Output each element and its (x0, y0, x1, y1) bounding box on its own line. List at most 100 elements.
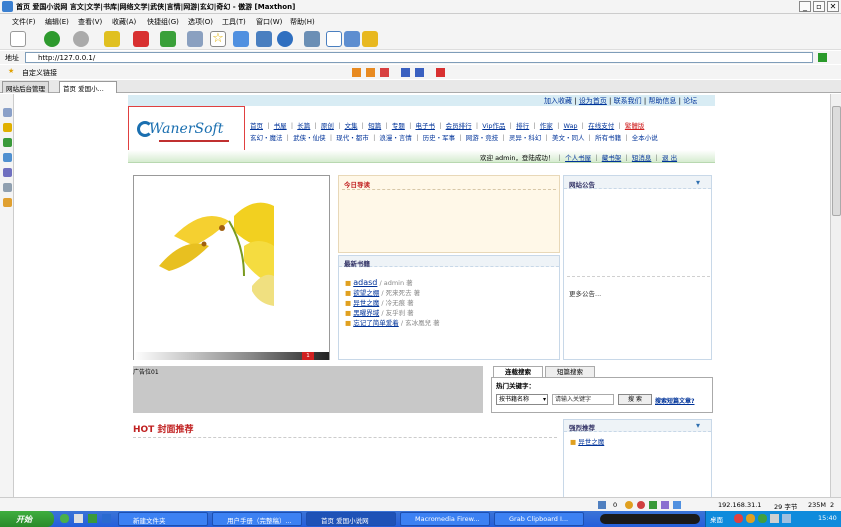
search-button[interactable]: 搜 索 (618, 394, 652, 405)
ad-image[interactable]: 1 (133, 175, 330, 360)
cat-wuxia[interactable]: 武侠・仙侠 (293, 134, 326, 142)
add-favorite-icon[interactable] (233, 31, 249, 47)
back-icon[interactable] (44, 31, 60, 47)
menu-help[interactable]: 帮助(H) (290, 17, 315, 27)
task-manual[interactable]: 用户手册（完整稿）... (212, 512, 302, 526)
link-forum[interactable]: 论坛 (683, 97, 697, 105)
close-button[interactable]: ✕ (827, 1, 839, 12)
nav-wap[interactable]: Wap (563, 122, 577, 130)
menu-edit[interactable]: 编辑(E) (45, 17, 69, 27)
nav-long[interactable]: 长篇 (297, 122, 310, 130)
favorites-star-icon[interactable]: ☆ (210, 31, 226, 47)
collapse-icon[interactable]: ▾ (696, 178, 700, 187)
task-fireworks[interactable]: Macromedia Firew... (400, 512, 490, 526)
book-link[interactable]: 黑曜界域 (353, 309, 379, 317)
link-logout[interactable]: 退 出 (662, 154, 677, 162)
more-notice-link[interactable]: 更多公告... (569, 288, 601, 298)
cat-prose[interactable]: 美文・同人 (552, 134, 585, 142)
quicklaunch-icon[interactable] (102, 514, 111, 523)
menu-tools[interactable]: 工具(T) (222, 17, 246, 27)
refresh-icon[interactable] (160, 31, 176, 47)
quicklaunch-icon[interactable] (74, 514, 83, 523)
nav-traditional[interactable]: 繁體版 (625, 122, 645, 130)
cat-scifi[interactable]: 灵异・科幻 (509, 134, 542, 142)
task-folder[interactable]: 新建文件夹 (118, 512, 208, 526)
favorites-icon[interactable] (3, 123, 12, 132)
tab-admin[interactable]: 网站后台管理 (2, 81, 49, 93)
book-link[interactable]: adasd (353, 278, 377, 287)
cat-game[interactable]: 网游・竞技 (466, 134, 499, 142)
quicklaunch-icon[interactable] (60, 514, 69, 523)
media-player-bar[interactable] (600, 514, 700, 524)
tab-serial-search[interactable]: 连载搜索 (493, 366, 543, 377)
ad-page-number[interactable]: 1 (302, 352, 314, 360)
tray-icon[interactable] (734, 514, 743, 523)
close-all-icon[interactable] (436, 68, 445, 77)
next-icon[interactable] (366, 68, 375, 77)
book-link[interactable]: 异世之魔 (578, 438, 604, 446)
start-button[interactable]: 开始 (0, 511, 54, 527)
script-icon[interactable] (649, 501, 657, 509)
collapse-icon[interactable]: ▾ (696, 421, 700, 430)
cat-fantasy[interactable]: 玄幻・魔法 (250, 134, 283, 142)
nav-topic[interactable]: 专题 (392, 122, 405, 130)
cat-all-books[interactable]: 所有书籍 (595, 134, 621, 142)
vertical-scrollbar[interactable] (830, 94, 841, 497)
link-help[interactable]: 帮助信息 (648, 97, 676, 105)
logo-box[interactable]: WanerSoft (128, 106, 245, 152)
nav-original[interactable]: 原创 (321, 122, 334, 130)
prev-icon[interactable] (352, 68, 361, 77)
split-icon[interactable] (344, 31, 360, 47)
custom-links[interactable]: 自定义链接 (22, 68, 57, 78)
maximize-button[interactable]: ▫ (813, 1, 825, 12)
nav-rank[interactable]: 排行 (516, 122, 529, 130)
menu-options[interactable]: 选项(O) (188, 17, 213, 27)
link-messages[interactable]: 短消息 (632, 154, 652, 162)
nav-vip[interactable]: Vip作品 (482, 122, 505, 130)
up-icon[interactable] (104, 31, 120, 47)
save-icon[interactable] (401, 68, 410, 77)
task-browser[interactable]: 首页 爱国小说网 (306, 512, 396, 526)
nav-home[interactable]: 首页 (250, 122, 263, 130)
search-input[interactable]: 请输入关键字 (552, 394, 614, 405)
quicklaunch-icon[interactable] (88, 514, 97, 523)
proxy-icon[interactable] (673, 501, 681, 509)
cat-complete[interactable]: 全本小说 (632, 134, 658, 142)
task-grab[interactable]: Grab Clipboard I... (494, 512, 584, 526)
book-link[interactable]: 欲望之棚 (353, 289, 379, 297)
menu-favorites[interactable]: 收藏(A) (112, 17, 136, 27)
menu-window[interactable]: 窗口(W) (256, 17, 282, 27)
search-icon[interactable] (3, 108, 12, 117)
forward-icon[interactable] (73, 31, 89, 47)
nav-member-rank[interactable]: 会员排行 (446, 122, 472, 130)
sidebar-toggle-icon[interactable] (326, 31, 342, 47)
link-contact[interactable]: 联系我们 (614, 97, 642, 105)
go-icon[interactable] (818, 53, 827, 62)
link-my-books[interactable]: 个人书屋 (565, 154, 591, 162)
menu-file[interactable]: 文件(F) (12, 17, 36, 27)
notes-side-icon[interactable] (3, 168, 12, 177)
scroll-thumb[interactable] (832, 106, 841, 216)
link-homepage[interactable]: 设为首页 (579, 97, 607, 105)
tab-short-search[interactable]: 短篇搜索 (545, 366, 595, 377)
cat-history[interactable]: 历史・军事 (423, 134, 456, 142)
book-link[interactable]: 忘记了简单爱着 (353, 319, 399, 327)
link-bookmark[interactable]: 加入收藏 (544, 97, 572, 105)
menu-view[interactable]: 查看(V) (78, 17, 102, 27)
nav-ebook[interactable]: 电子书 (415, 122, 435, 130)
desktop-label[interactable]: 桌面 (710, 514, 723, 524)
new-page-icon[interactable] (10, 31, 26, 47)
stop-icon[interactable] (133, 31, 149, 47)
popup-icon[interactable] (625, 501, 633, 509)
cat-romance[interactable]: 浪漫・言情 (379, 134, 412, 142)
close-tab-icon[interactable] (380, 68, 389, 77)
link-shelf[interactable]: 藏书架 (602, 154, 622, 162)
minimize-button[interactable]: _ (799, 1, 811, 12)
tray-icon[interactable] (758, 514, 767, 523)
history-icon[interactable] (3, 138, 12, 147)
short-search-link[interactable]: 搜索短篇文章? (655, 396, 694, 405)
nav-author[interactable]: 作家 (540, 122, 553, 130)
ad-slot[interactable]: 广告位01 (133, 366, 483, 413)
address-input[interactable]: http://127.0.0.1/ (25, 52, 813, 63)
nav-bookhouse[interactable]: 书屋 (274, 122, 287, 130)
